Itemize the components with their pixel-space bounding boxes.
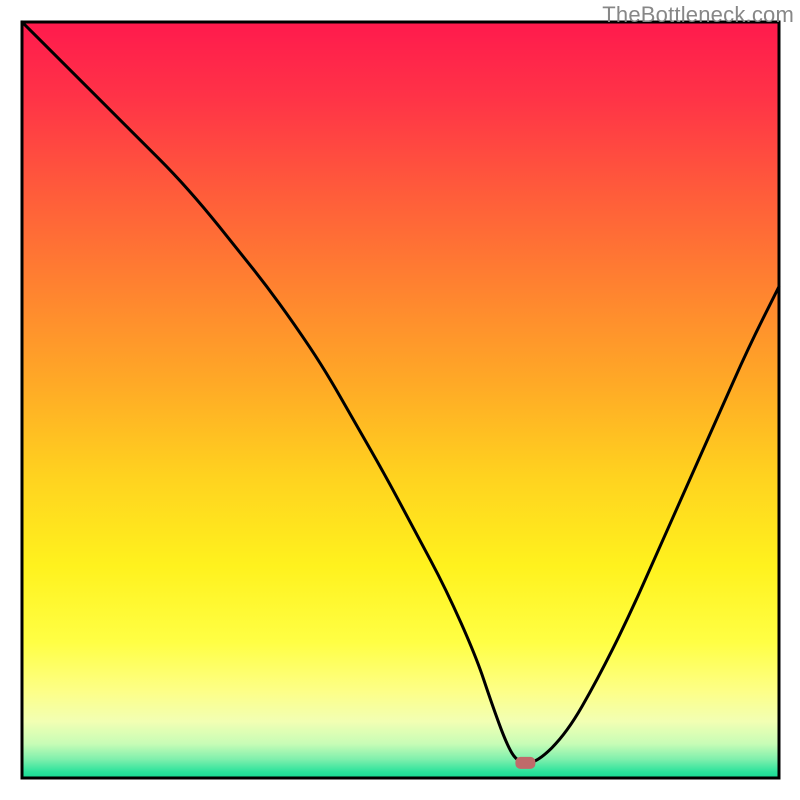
optimal-marker — [515, 757, 535, 769]
watermark-label: TheBottleneck.com — [602, 2, 794, 28]
bottleneck-chart — [0, 0, 800, 800]
chart-container: TheBottleneck.com — [0, 0, 800, 800]
